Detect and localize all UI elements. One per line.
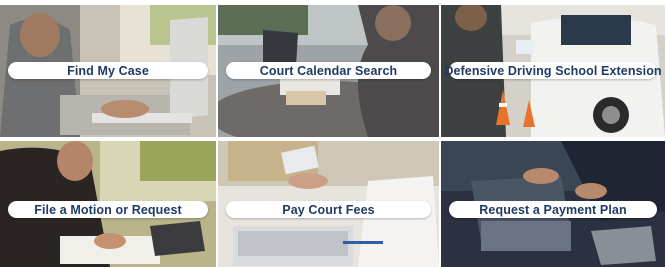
tile-request-a-payment-plan[interactable]: Request a Payment Plan <box>441 141 665 267</box>
tile-court-calendar-search[interactable]: Court Calendar Search <box>218 5 439 137</box>
tile-label: Request a Payment Plan <box>449 201 657 218</box>
service-tile-grid: Find My Case Court Calendar Search Defen… <box>0 0 666 267</box>
tile-label: Court Calendar Search <box>226 62 431 79</box>
tile-find-my-case[interactable]: Find My Case <box>0 5 216 137</box>
tile-file-a-motion-or-request[interactable]: File a Motion or Request <box>0 141 216 267</box>
tile-label: Pay Court Fees <box>226 201 431 218</box>
tile-pay-court-fees[interactable]: Pay Court Fees <box>218 141 439 267</box>
tile-label: Find My Case <box>8 62 208 79</box>
tile-label: File a Motion or Request <box>8 201 208 218</box>
tile-label: Defensive Driving School Extension <box>444 62 662 79</box>
tile-defensive-driving-school-extension[interactable]: Defensive Driving School Extension <box>441 5 665 137</box>
